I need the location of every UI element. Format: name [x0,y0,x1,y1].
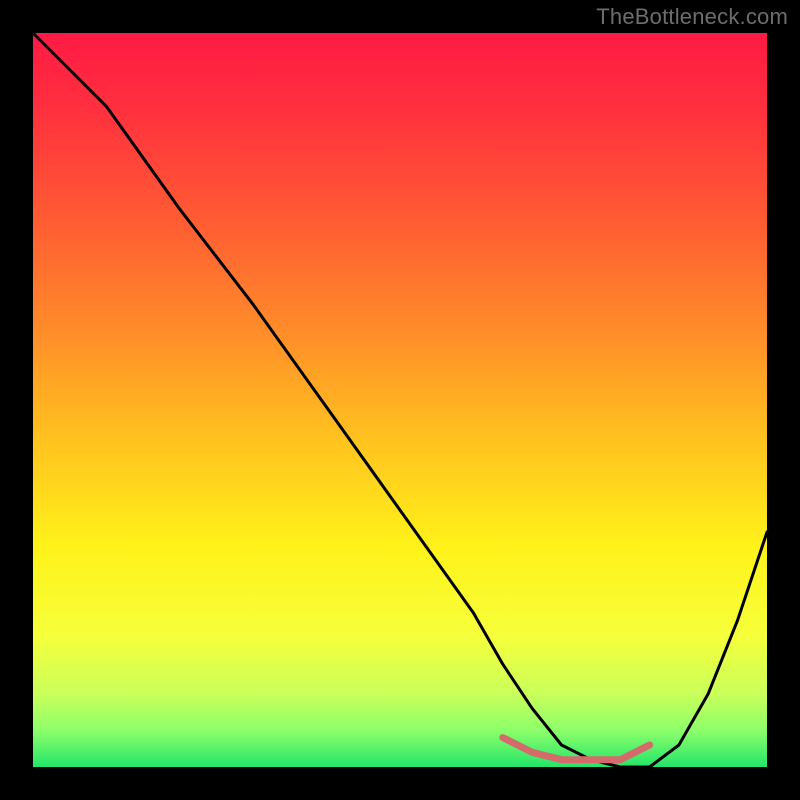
gradient-plot-area [33,33,767,767]
chart-frame: TheBottleneck.com [0,0,800,800]
bottleneck-chart [0,0,800,800]
watermark-text: TheBottleneck.com [596,4,788,30]
